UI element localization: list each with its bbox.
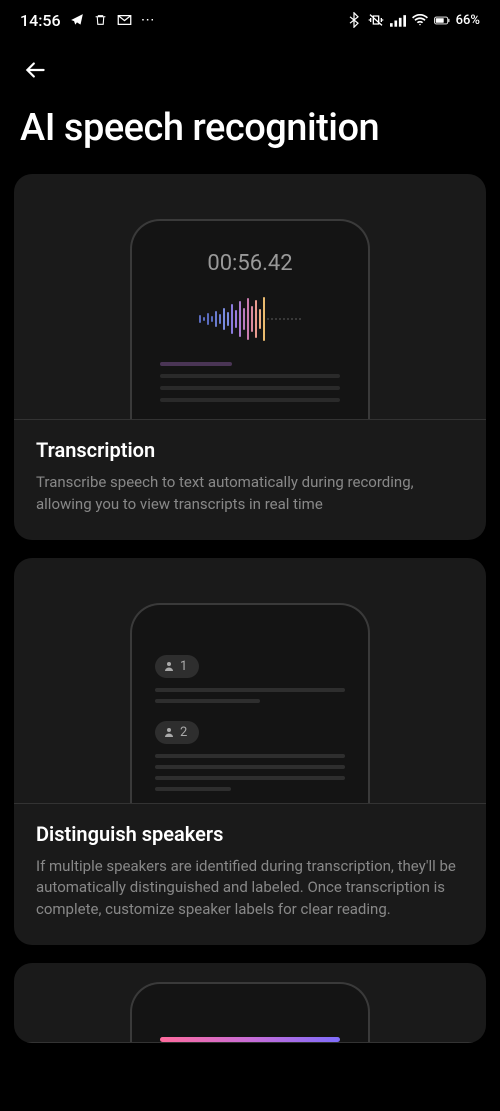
person-icon xyxy=(163,726,175,738)
speaker-2-label: 2 xyxy=(180,725,187,740)
phone-frame-speakers: 1 2 xyxy=(130,603,370,803)
illustration-transcription: 00:56.42 xyxy=(14,174,486,420)
gradient-bar-illustration xyxy=(160,1037,340,1042)
battery-percent: 66% xyxy=(456,13,480,28)
cards-container: 00:56.42 xyxy=(0,174,500,1043)
back-button[interactable] xyxy=(20,54,52,86)
card-desc-speakers: If multiple speakers are identified duri… xyxy=(36,856,464,921)
phone-frame-third xyxy=(130,982,370,1042)
wifi-icon xyxy=(412,12,428,28)
phone-frame-illustration: 00:56.42 xyxy=(130,219,370,419)
speaker-badge-2: 2 xyxy=(155,721,199,744)
bluetooth-icon xyxy=(346,12,362,28)
card-title-speakers: Distinguish speakers xyxy=(36,822,464,846)
text-lines-illustration xyxy=(160,362,340,402)
gmail-icon xyxy=(117,12,133,28)
waveform-illustration xyxy=(199,294,301,344)
speaker-1-label: 1 xyxy=(180,659,187,674)
timer-display: 00:56.42 xyxy=(207,251,292,276)
nav-bar xyxy=(0,40,500,96)
more-dots-icon: ⋯ xyxy=(141,12,155,28)
card-speakers: 1 2 xyxy=(14,558,486,945)
battery-icon xyxy=(434,12,450,28)
status-bar: 14:56 ⋯ 66% xyxy=(0,0,500,40)
card-third-partial xyxy=(14,963,486,1043)
status-time: 14:56 xyxy=(20,11,61,30)
person-icon xyxy=(163,660,175,672)
illustration-speakers: 1 2 xyxy=(14,558,486,804)
page-title: AI speech recognition xyxy=(0,96,500,174)
signal-icon xyxy=(390,12,406,28)
back-arrow-icon xyxy=(23,57,49,83)
card-desc-transcription: Transcribe speech to text automatically … xyxy=(36,472,464,516)
illustration-third xyxy=(14,963,486,1043)
telegram-icon xyxy=(69,12,85,28)
card-title-transcription: Transcription xyxy=(36,438,464,462)
vibrate-icon xyxy=(368,12,384,28)
speaker-badge-1: 1 xyxy=(155,655,199,678)
trash-icon xyxy=(93,12,109,28)
card-transcription: 00:56.42 xyxy=(14,174,486,540)
